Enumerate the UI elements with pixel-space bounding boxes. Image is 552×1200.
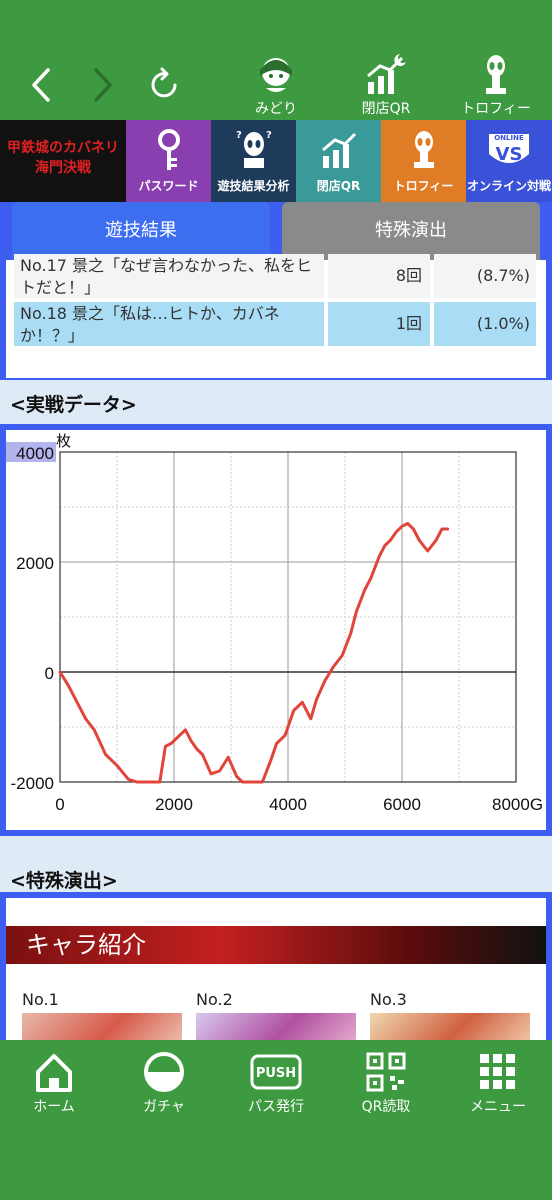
bottom-nav-pass-issue-label: パス発行 bbox=[248, 1099, 304, 1115]
nav-trophy[interactable]: トロフィー bbox=[446, 52, 546, 118]
shortcut-online-battle-label: オンライン対戦 bbox=[466, 179, 551, 193]
shortcut-online-battle[interactable]: ONLINE VS オンライン対戦 bbox=[466, 120, 552, 202]
shortcut-trophy-label: トロフィー bbox=[393, 179, 454, 193]
y-tick-label: 4000 bbox=[16, 444, 54, 463]
special-panel: キャラ紹介 No.1 No.2 No.3 bbox=[0, 892, 552, 1052]
graph-panel: 4000 2000 0 -2000 枚 0 2000 4000 6000 8000G bbox=[0, 424, 552, 836]
y-tick-label: 0 bbox=[45, 664, 54, 683]
x-tick-label: 0 bbox=[55, 795, 64, 814]
chevron-right-icon bbox=[94, 68, 112, 102]
special-section-title: <特殊演出> bbox=[10, 870, 118, 892]
data-section-title: <実戦データ> bbox=[10, 394, 137, 416]
bottom-nav-gacha-label: ガチャ bbox=[143, 1099, 185, 1115]
x-tick-label: 8000G bbox=[492, 795, 543, 814]
bottom-nav-home[interactable]: ホーム bbox=[6, 1050, 102, 1116]
x-tick-label: 6000 bbox=[383, 795, 421, 814]
back-button[interactable] bbox=[24, 60, 64, 110]
shortcut-result-analysis[interactable]: ? ? 遊技結果分析 bbox=[211, 120, 296, 202]
vs-shield-icon: ONLINE VS bbox=[489, 134, 529, 165]
shortcut-password-label: パスワード bbox=[138, 179, 199, 193]
bottom-nav-menu-label: メニュー bbox=[470, 1099, 526, 1115]
home-icon bbox=[36, 1054, 72, 1092]
result-count: 1回 bbox=[328, 302, 430, 346]
chara-card-label: No.3 bbox=[370, 990, 407, 1009]
chart-up-icon bbox=[321, 132, 356, 168]
trophy-alien-icon bbox=[486, 55, 506, 94]
trophy-alien-icon bbox=[413, 131, 434, 168]
bottom-nav-qr-read-label: QR読取 bbox=[361, 1099, 411, 1115]
shortcut-closing-qr[interactable]: 閉店QR bbox=[296, 120, 381, 202]
svg-text:?: ? bbox=[236, 130, 242, 141]
grid-menu-icon bbox=[480, 1054, 515, 1089]
x-tick-label: 4000 bbox=[269, 795, 307, 814]
push-icon-text: PUSH bbox=[256, 1066, 296, 1081]
y-axis-label: 枚 bbox=[56, 432, 71, 450]
x-tick-label: 2000 bbox=[155, 795, 193, 814]
bottom-nav-home-label: ホーム bbox=[33, 1099, 75, 1115]
key-icon bbox=[157, 129, 180, 170]
shortcut-result-analysis-label: 遊技結果分析 bbox=[217, 179, 290, 193]
chevron-left-icon bbox=[32, 68, 50, 102]
graph-container: 4000 2000 0 -2000 枚 0 2000 4000 6000 8000G bbox=[6, 430, 546, 830]
shortcut-trophy[interactable]: トロフィー bbox=[381, 120, 466, 202]
vs-online-text: ONLINE bbox=[494, 134, 524, 142]
y-tick-label: 2000 bbox=[16, 554, 54, 573]
shortcut-password[interactable]: パスワード bbox=[126, 120, 211, 202]
nav-trophy-label: トロフィー bbox=[461, 101, 531, 117]
special-content: キャラ紹介 No.1 No.2 No.3 bbox=[6, 898, 546, 1052]
bottom-navigation-bar: ホーム ガチャ PUSH パス発行 QR読取 メニュー bbox=[0, 1040, 552, 1200]
gacha-icon bbox=[144, 1052, 184, 1092]
shortcut-row: 甲鉄城のカバネリ 海門決戦 パスワード ? ? 遊技結果分析 閉店QR トロフィ… bbox=[0, 120, 552, 202]
nav-midori[interactable]: みどり bbox=[226, 52, 326, 118]
alien-analysis-icon: ? ? bbox=[236, 130, 272, 168]
play-results-panel: 遊技結果 特殊演出 No.17 景之「なぜ言わなかった、私をヒトだと！」 8回 … bbox=[0, 202, 552, 380]
svg-text:?: ? bbox=[266, 130, 272, 141]
nav-closing-qr[interactable]: 閉店QR bbox=[336, 52, 436, 118]
character-icon bbox=[260, 58, 292, 92]
reload-button[interactable] bbox=[146, 60, 186, 110]
y-tick-label: -2000 bbox=[11, 774, 54, 793]
result-name: No.17 景之「なぜ言わなかった、私をヒトだと！」 bbox=[14, 254, 324, 298]
results-table: No.17 景之「なぜ言わなかった、私をヒトだと！」 8回 (8.7%) No.… bbox=[6, 254, 546, 378]
result-count: 8回 bbox=[328, 254, 430, 298]
chara-card-label: No.1 bbox=[22, 990, 59, 1009]
vs-text: VS bbox=[496, 144, 523, 165]
slump-graph: 400020000-2000枚0 2000 4000 6000 8000G bbox=[6, 432, 543, 814]
chara-intro-header: キャラ紹介 bbox=[6, 926, 546, 964]
result-name: No.18 景之「私は…ヒトか、カバネか！？」 bbox=[14, 302, 324, 346]
table-row: No.18 景之「私は…ヒトか、カバネか！？」 1回 (1.0%) bbox=[14, 302, 536, 346]
push-icon: PUSH bbox=[250, 1054, 302, 1090]
result-percent: (8.7%) bbox=[434, 254, 536, 298]
tab-special-effects[interactable]: 特殊演出 bbox=[282, 202, 540, 260]
table-row: No.17 景之「なぜ言わなかった、私をヒトだと！」 8回 (8.7%) bbox=[14, 254, 536, 298]
shortcut-closing-qr-label: 閉店QR bbox=[316, 179, 361, 193]
top-navigation-bar: みどり 閉店QR トロフィー bbox=[0, 0, 552, 120]
game-logo: 甲鉄城のカバネリ 海門決戦 bbox=[6, 138, 120, 182]
reload-icon bbox=[151, 67, 177, 98]
bottom-nav-menu[interactable]: メニュー bbox=[450, 1050, 546, 1116]
nav-closing-qr-label: 閉店QR bbox=[361, 101, 411, 117]
qr-code-icon bbox=[366, 1052, 406, 1092]
bottom-nav-qr-read[interactable]: QR読取 bbox=[338, 1050, 434, 1116]
chara-card-label: No.2 bbox=[196, 990, 233, 1009]
chart-up-icon bbox=[367, 54, 406, 94]
game-logo-text: 甲鉄城のカバネリ 海門決戦 bbox=[7, 140, 119, 176]
result-percent: (1.0%) bbox=[434, 302, 536, 346]
forward-button[interactable] bbox=[82, 60, 122, 110]
bottom-nav-gacha[interactable]: ガチャ bbox=[116, 1050, 212, 1116]
tab-play-results[interactable]: 遊技結果 bbox=[12, 202, 270, 260]
bottom-nav-pass-issue[interactable]: PUSH パス発行 bbox=[228, 1050, 324, 1116]
nav-midori-label: みどり bbox=[255, 101, 297, 117]
shortcut-game-logo[interactable]: 甲鉄城のカバネリ 海門決戦 bbox=[0, 120, 126, 202]
